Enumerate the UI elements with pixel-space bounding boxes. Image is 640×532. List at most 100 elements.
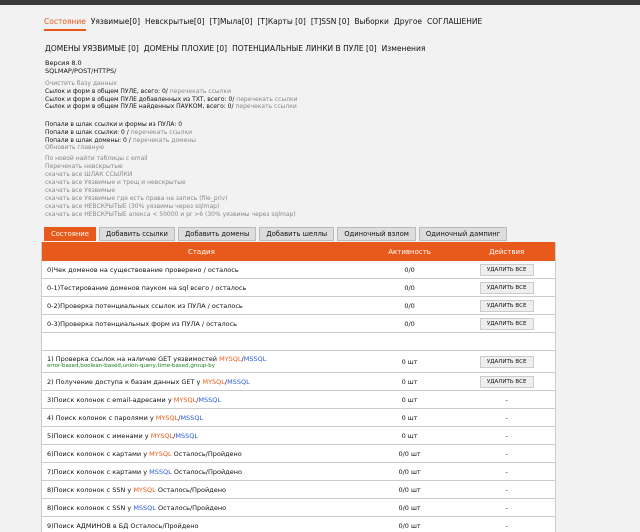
stage-text: 6)Поиск колонок с картами у bbox=[47, 449, 150, 458]
subnav-potential-links[interactable]: ПОТЕНЦИАЛЬНЫЕ ЛИНКИ В ПУЛЕ [0] bbox=[232, 44, 377, 53]
nav-selections[interactable]: Выборки bbox=[354, 17, 388, 31]
table-spacer-row bbox=[42, 333, 555, 351]
stage-suffix: Осталось/Пройдено bbox=[171, 449, 242, 458]
subnav-vulnerable-domains[interactable]: ДОМЕНЫ УЯЗВИМЫЕ [0] bbox=[45, 44, 139, 53]
action-dash: - bbox=[505, 449, 508, 458]
table-row: 7)Поиск колонок с картами у MSSQL Остало… bbox=[42, 463, 555, 481]
activity-cell: 0/0 bbox=[404, 283, 415, 292]
trash-links-count: Попали в шлак ссылки: 0 / bbox=[45, 128, 129, 136]
recheck-trash-domains-link[interactable]: перечекать домены bbox=[133, 137, 196, 144]
delete-all-button[interactable]: УДАЛИТЬ ВСЕ bbox=[479, 299, 534, 312]
stage-cell: 0-3)Проверка потенциальных форм из ПУЛА … bbox=[47, 319, 237, 328]
table-row: 4) Поиск колонок с паролями у MYSQL/MSSQ… bbox=[42, 409, 555, 427]
activity-cell: 0/0 шт bbox=[398, 521, 421, 530]
recheck-unopened-link[interactable]: Перечекать невскрытые bbox=[45, 163, 296, 171]
stage-suffix: Осталось/Пройдено bbox=[171, 467, 242, 476]
stage-text: 3)Поиск колонок с email-адресами у bbox=[47, 395, 174, 404]
refresh-main-link[interactable]: Обновить главную bbox=[45, 144, 196, 152]
header-activity: Активность bbox=[388, 247, 431, 256]
pool-spider-count: Сылок и форм в общем ПУЛЕ найденных ПАУК… bbox=[45, 103, 234, 111]
action-dash: - bbox=[505, 431, 508, 440]
delete-all-button[interactable]: УДАЛИТЬ ВСЕ bbox=[479, 281, 534, 294]
activity-cell: 0/0 шт bbox=[398, 449, 421, 458]
nav-cards[interactable]: [T]Карты [0] bbox=[257, 17, 305, 31]
clear-db-link[interactable]: Очистить базу данных bbox=[45, 80, 298, 88]
recheck-trash-links-link[interactable]: перечекать ссылки bbox=[131, 129, 192, 136]
mode-line: SQLMAP/POST/HTTPS/ bbox=[45, 67, 117, 75]
tab-add-domains[interactable]: Добавить домены bbox=[177, 227, 257, 241]
action-dash: - bbox=[505, 485, 508, 494]
subnav-bad-domains[interactable]: ДОМЕНЫ ПЛОХИЕ [0] bbox=[144, 44, 227, 53]
action-dash: - bbox=[505, 413, 508, 422]
activity-cell: 0 шт bbox=[401, 357, 418, 366]
delete-all-button[interactable]: УДАЛИТЬ ВСЕ bbox=[479, 375, 534, 388]
activity-cell: 0 шт bbox=[401, 395, 418, 404]
recheck-txt-links-link[interactable]: перечекать ссылки bbox=[236, 96, 297, 103]
stage-cell: 0)Чек доменов на существование проверено… bbox=[47, 265, 239, 274]
nav-unopened[interactable]: Невскрытые[0] bbox=[145, 17, 205, 31]
activity-cell: 0 шт bbox=[401, 431, 418, 440]
action-dash: - bbox=[505, 395, 508, 404]
tab-add-shells[interactable]: Добавить шеллы bbox=[259, 227, 335, 241]
version-line: Версия 8.0 bbox=[45, 59, 82, 67]
nav-other[interactable]: Другое bbox=[394, 17, 422, 31]
mysql-label: MYSQL bbox=[202, 377, 225, 386]
find-email-tables-link[interactable]: По новой найти таблицы с email bbox=[45, 155, 296, 163]
delete-all-button[interactable]: УДАЛИТЬ ВСЕ bbox=[479, 355, 534, 368]
stage-text: 2) Получение доступа к базам данных GET … bbox=[47, 377, 203, 386]
table-row: 5)Поиск колонок с именами у MYSQL/MSSQL … bbox=[42, 427, 555, 445]
download-unopened-link[interactable]: скачать все НЕВСКРЫТЫЕ (30% уязвимы чере… bbox=[45, 203, 296, 211]
stage-suffix: Осталось/Пройдено bbox=[155, 485, 226, 494]
subnav-changes[interactable]: Изменения bbox=[382, 44, 426, 53]
actions-list: По новой найти таблицы с email Перечекат… bbox=[45, 155, 296, 219]
stage-text: 5)Поиск колонок с именами у bbox=[47, 431, 151, 440]
pool-count: Сылок и форм в общем ПУЛЕ, всего: 0/ bbox=[45, 87, 168, 95]
action-dash: - bbox=[505, 503, 508, 512]
nav-agreement[interactable]: СОГЛАШЕНИЕ bbox=[427, 17, 482, 31]
mssql-label: MSSQL bbox=[149, 467, 172, 476]
download-file-priv-link[interactable]: скачать все Уязвимые где есть права на з… bbox=[45, 195, 296, 203]
download-vulnerable-link[interactable]: скачать все Уязвимые bbox=[45, 187, 296, 195]
nav-ssn[interactable]: [T]SSN [0] bbox=[311, 17, 350, 31]
pool-info: Очистить базу данных Сылок и форм в обще… bbox=[45, 80, 298, 111]
table-row: 0)Чек доменов на существование проверено… bbox=[42, 261, 555, 279]
stage-text: 1) Проверка ссылок на наличие GET уязвим… bbox=[47, 354, 220, 363]
mysql-label: MYSQL bbox=[219, 354, 242, 363]
tab-status[interactable]: Состояние bbox=[44, 227, 96, 241]
action-dash: - bbox=[505, 467, 508, 476]
table-row: 2) Получение доступа к базам данных GET … bbox=[42, 373, 555, 391]
injection-types: error-based,boolean-based,union-query,ti… bbox=[47, 362, 216, 369]
activity-cell: 0/0 bbox=[404, 319, 415, 328]
main-nav: Состояние Уязвимые[0] Невскрытые[0] [T]М… bbox=[44, 17, 482, 31]
download-unopened-alexa-link[interactable]: скачать все НЕВСКРЫТЫЕ алекса < 50000 и … bbox=[45, 211, 296, 219]
trash-info: Попали в шлак ссылки и формы из ПУЛА: 0 … bbox=[45, 121, 196, 152]
recheck-links-link[interactable]: перечекать ссылки bbox=[170, 88, 231, 95]
activity-cell: 0/0 шт bbox=[398, 485, 421, 494]
tab-add-links[interactable]: Добавить ссылки bbox=[98, 227, 175, 241]
pool-txt-count: Сылок и форм в общем ПУЛЕ добавленных из… bbox=[45, 95, 235, 103]
table-row: 8)Поиск колонок с SSN у MSSQL Осталось/П… bbox=[42, 499, 555, 517]
trash-domains-count: Попали в шлак домены: 0 / bbox=[45, 136, 131, 144]
recheck-spider-links-link[interactable]: перечекать ссылки bbox=[235, 103, 296, 110]
nav-status[interactable]: Состояние bbox=[44, 17, 86, 31]
mssql-label: MSSQL bbox=[133, 503, 156, 512]
tab-single-hack[interactable]: Одиночный взлом bbox=[337, 227, 416, 241]
mssql-label: MSSQL bbox=[227, 377, 250, 386]
download-trash-links-link[interactable]: скачать все ШЛАК ССЫЛКИ bbox=[45, 171, 296, 179]
mssql-label: MSSQL bbox=[180, 413, 204, 422]
tab-single-dump[interactable]: Одиночный дампинг bbox=[418, 227, 508, 241]
activity-cell: 0/0 bbox=[404, 301, 415, 310]
stage-cell: 0-1)Тестирование доменов пауком на sql в… bbox=[47, 283, 247, 292]
download-vuln-cracked-link[interactable]: скачать все Уязвимые и трещ и невскрытые bbox=[45, 179, 296, 187]
stage-text: 8)Поиск колонок с SSN у bbox=[47, 485, 134, 494]
table-row: 0-1)Тестирование доменов пауком на sql в… bbox=[42, 279, 555, 297]
nav-vulnerable[interactable]: Уязвимые[0] bbox=[91, 17, 140, 31]
delete-all-button[interactable]: УДАЛИТЬ ВСЕ bbox=[479, 317, 534, 330]
activity-cell: 0 шт bbox=[401, 377, 418, 386]
table-row: 8)Поиск колонок с SSN у MYSQL Осталось/П… bbox=[42, 481, 555, 499]
mysql-label: MYSQL bbox=[155, 413, 179, 422]
delete-all-button[interactable]: УДАЛИТЬ ВСЕ bbox=[479, 263, 534, 276]
nav-emails[interactable]: [T]Мыла[0] bbox=[210, 17, 253, 31]
table-row: 9)Поиск АДМИНОВ в БД Осталось/Пройдено 0… bbox=[42, 517, 555, 532]
table-row: 0-2)Проверка потенциальных ссылок из ПУЛ… bbox=[42, 297, 555, 315]
